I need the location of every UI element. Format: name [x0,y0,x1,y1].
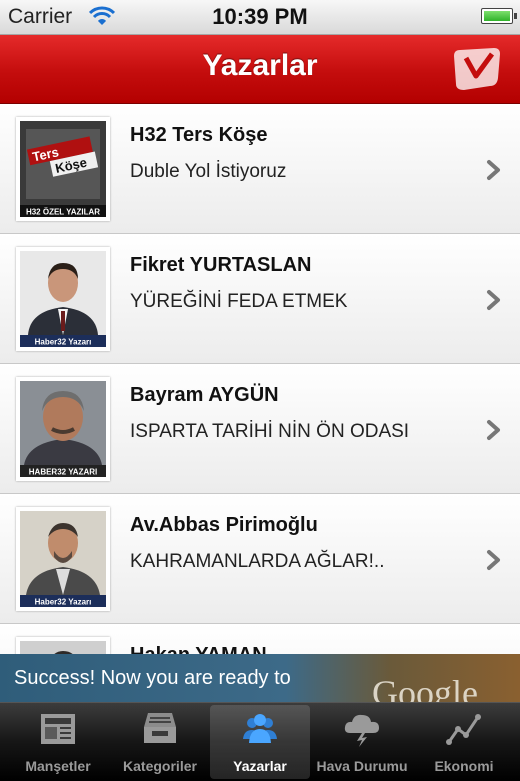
tab-mansetler[interactable]: Manşetler [8,705,108,779]
line-chart-icon [446,714,481,745]
thumb-caption: HABER32 YAZARI [29,468,97,477]
author-thumbnail: HABER32 YAZARI [16,377,110,481]
tab-label: Hava Durumu [316,758,408,774]
thumb-caption: Haber32 Yazarı [35,338,92,347]
tab-kategoriler[interactable]: Kategoriler [110,705,210,779]
newspaper-icon [41,714,75,744]
author-name: H32 Ters Köşe [130,124,268,146]
authors-list[interactable]: Ters Köşe H32 ÖZEL YAZILAR H32 Ters Köşe… [0,104,520,654]
people-icon [243,714,277,743]
author-thumbnail: Haber32 Yazarı [16,507,110,611]
tab-ekonomi[interactable]: Ekonomi [414,705,514,779]
thumb-caption: H32 ÖZEL YAZILAR [26,208,100,217]
list-item[interactable]: Haber32 Yazarı Fikret YURTASLAN YÜREĞİNİ… [0,234,520,364]
status-bar: Carrier 10:39 PM [0,0,520,35]
article-title: KAHRAMANLARDA AĞLAR!.. [130,551,385,572]
clock: 10:39 PM [212,4,308,29]
chevron-right-icon [487,290,500,310]
ad-text: Success! Now you are ready to [14,667,291,689]
author-thumbnail [16,637,110,654]
author-name: Av.Abbas Pirimoğlu [130,514,318,536]
list-item[interactable]: Ters Köşe H32 ÖZEL YAZILAR H32 Ters Köşe… [0,104,520,234]
tab-hava-durumu[interactable]: Hava Durumu [312,705,412,779]
page-title: Yazarlar [202,49,318,82]
author-name: Bayram AYGÜN [130,384,279,406]
battery-icon [481,8,517,24]
ad-banner[interactable]: Success! Now you are ready to Google [0,654,520,702]
list-item[interactable]: Haber32 Yazarı Av.Abbas Pirimoğlu KAHRAM… [0,494,520,624]
tab-label: Manşetler [25,758,91,774]
tab-label: Kategoriler [123,758,197,774]
weather-cloud-icon [344,714,379,747]
author-name: Hakan YAMAN [130,644,267,654]
ad-brand: Google [372,673,478,702]
chevron-right-icon [487,420,500,440]
app-logo-icon[interactable] [450,46,502,92]
author-thumbnail: Haber32 Yazarı [16,247,110,351]
tab-yazarlar[interactable]: Yazarlar [210,705,310,779]
thumb-caption: Haber32 Yazarı [35,598,92,607]
tab-label: Ekonomi [434,758,494,774]
tab-label: Yazarlar [233,758,287,774]
article-title: ISPARTA TARİHİ NİN ÖN ODASI [130,421,410,442]
list-item[interactable]: Hakan YAMAN [0,624,520,654]
author-thumbnail: Ters Köşe H32 ÖZEL YAZILAR [16,117,110,221]
list-item[interactable]: HABER32 YAZARI Bayram AYGÜN ISPARTA TARİ… [0,364,520,494]
chevron-right-icon [487,160,500,180]
navigation-bar: Yazarlar [0,35,520,104]
article-title: YÜREĞİNİ FEDA ETMEK [130,291,348,312]
tab-bar: Manşetler Kategoriler Yazarlar Hava Duru… [0,702,520,781]
author-name: Fikret YURTASLAN [130,254,312,276]
inbox-tray-icon [144,713,176,743]
chevron-right-icon [487,550,500,570]
article-title: Duble Yol İstiyoruz [130,161,287,182]
